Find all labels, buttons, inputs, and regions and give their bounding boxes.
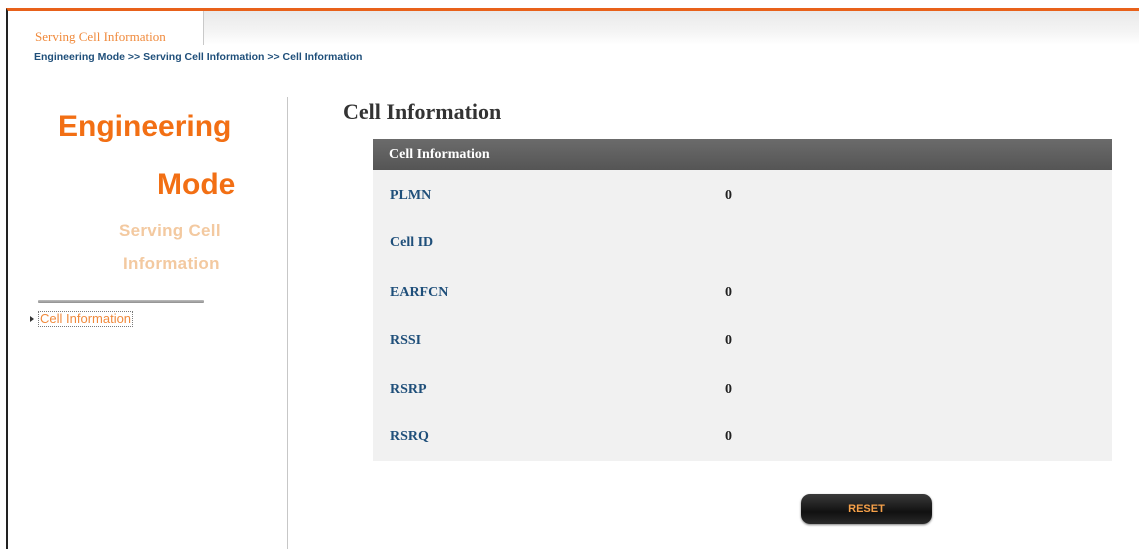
breadcrumb: Engineering Mode >> Serving Cell Informa… bbox=[34, 51, 363, 63]
vertical-divider bbox=[287, 97, 288, 549]
row-value: 0 bbox=[725, 382, 732, 397]
row-label: RSSI bbox=[390, 333, 422, 348]
info-row-plmn: PLMN 0 bbox=[373, 188, 1112, 208]
row-value: 0 bbox=[725, 188, 732, 203]
tab-serving-cell-information[interactable]: Serving Cell Information bbox=[8, 11, 204, 45]
sidebar-subtitle-line1: Serving Cell bbox=[119, 221, 221, 240]
sidebar-divider bbox=[38, 300, 204, 303]
triangle-right-icon bbox=[30, 316, 34, 322]
row-label: PLMN bbox=[390, 188, 432, 203]
info-row-rsrp: RSRP 0 bbox=[373, 382, 1112, 402]
row-label: RSRQ bbox=[390, 429, 429, 444]
sidebar-subtitle-line2: Information bbox=[123, 254, 220, 273]
info-row-rsrq: RSRQ 0 bbox=[373, 429, 1112, 449]
sidebar-title-line1: Engineering bbox=[58, 110, 232, 143]
row-label: Cell ID bbox=[390, 235, 434, 250]
reset-button[interactable]: RESET bbox=[801, 494, 932, 524]
info-row-rssi: RSSI 0 bbox=[373, 333, 1112, 353]
row-label: EARFCN bbox=[390, 285, 449, 300]
sidebar-item-label[interactable]: Cell Information bbox=[38, 311, 134, 327]
info-row-earfcn: EARFCN 0 bbox=[373, 285, 1112, 305]
row-value: 0 bbox=[725, 429, 732, 444]
row-value: 0 bbox=[725, 333, 732, 348]
panel-header: Cell Information bbox=[373, 139, 1112, 170]
sidebar-title-line2: Mode bbox=[157, 168, 236, 201]
row-value: 0 bbox=[725, 285, 732, 300]
page-title: Cell Information bbox=[343, 99, 502, 124]
cell-information-panel: Cell Information PLMN 0 Cell ID EARFCN 0… bbox=[373, 139, 1112, 461]
row-label: RSRP bbox=[390, 382, 427, 397]
sidebar-item-cell-information[interactable]: Cell Information bbox=[30, 311, 134, 327]
info-row-cell-id: Cell ID bbox=[373, 235, 1112, 255]
